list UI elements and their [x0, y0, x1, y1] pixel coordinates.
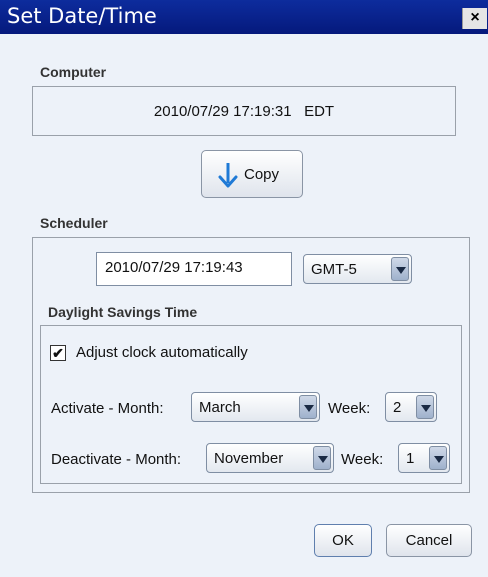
activate-week-value: 2: [393, 399, 402, 416]
scheduler-section-label: Scheduler: [40, 215, 108, 231]
chevron-down-icon[interactable]: [299, 395, 317, 419]
activate-month-label: Activate - Month:: [51, 400, 164, 417]
activate-month-value: March: [199, 399, 241, 416]
deactivate-month-value: November: [214, 450, 284, 467]
scheduler-datetime-input[interactable]: 2010/07/29 17:19:43: [96, 252, 292, 286]
window-title: Set Date/Time: [7, 4, 157, 28]
title-bar: Set Date/Time ×: [0, 0, 488, 34]
copy-button[interactable]: Copy: [201, 150, 303, 198]
down-arrow-icon: [218, 163, 238, 188]
chevron-down-icon[interactable]: [313, 446, 331, 470]
dst-section-label: Daylight Savings Time: [48, 304, 198, 320]
deactivate-month-label: Deactivate - Month:: [51, 451, 182, 468]
timezone-select[interactable]: GMT-5: [303, 254, 412, 284]
computer-datetime-readout: 2010/07/29 17:19:31 EDT: [33, 103, 455, 120]
copy-button-label: Copy: [244, 166, 280, 183]
deactivate-week-value: 1: [406, 450, 415, 467]
chevron-down-icon[interactable]: [416, 395, 434, 419]
cancel-button[interactable]: Cancel: [386, 524, 472, 557]
activate-week-label: Week:: [328, 400, 371, 417]
ok-button[interactable]: OK: [314, 524, 372, 557]
computer-timezone: EDT: [304, 103, 335, 120]
close-button[interactable]: ×: [462, 8, 487, 29]
computer-panel: 2010/07/29 17:19:31 EDT: [32, 86, 456, 136]
activate-month-select[interactable]: March: [191, 392, 320, 422]
deactivate-week-label: Week:: [341, 451, 384, 468]
deactivate-month-select[interactable]: November: [206, 443, 334, 473]
chevron-down-icon[interactable]: [391, 257, 409, 281]
adjust-clock-label: Adjust clock automatically: [76, 344, 248, 361]
activate-week-select[interactable]: 2: [385, 392, 437, 422]
chevron-down-icon[interactable]: [429, 446, 447, 470]
adjust-clock-checkbox[interactable]: ✔: [50, 345, 66, 361]
timezone-select-value: GMT-5: [311, 261, 357, 278]
deactivate-week-select[interactable]: 1: [398, 443, 450, 473]
computer-section-label: Computer: [40, 64, 107, 80]
computer-datetime: 2010/07/29 17:19:31: [153, 103, 292, 120]
